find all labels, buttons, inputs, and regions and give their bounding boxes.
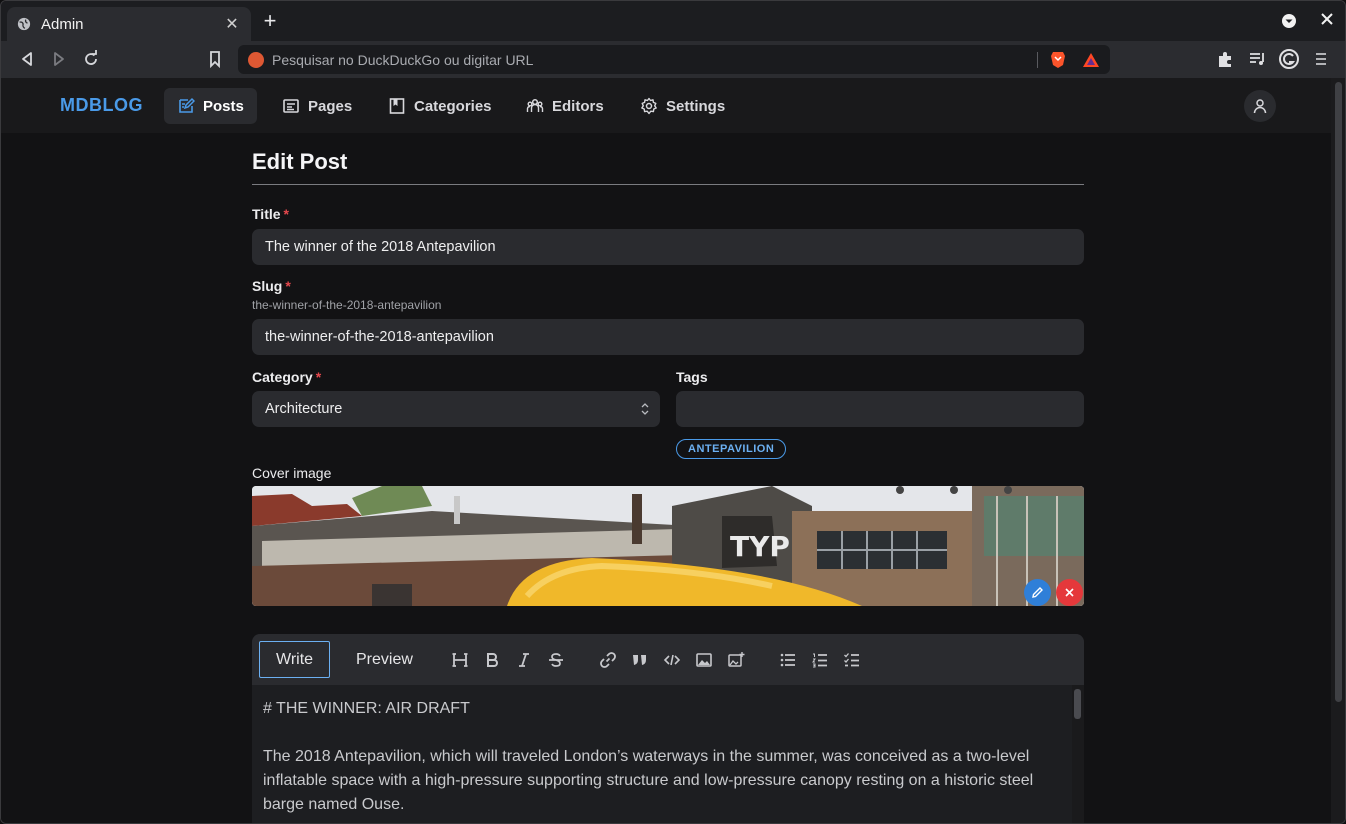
bullet-list-icon[interactable] (779, 651, 797, 669)
category-select-value: Architecture (265, 401, 343, 417)
extensions-icon[interactable] (1215, 49, 1235, 69)
editor-toolbar: Write Preview (252, 634, 1084, 685)
page-scrollbar-thumb[interactable] (1335, 82, 1342, 702)
new-tab-button[interactable]: + (259, 10, 281, 33)
address-bar[interactable]: Pesquisar no DuckDuckGo ou digitar URL (238, 45, 1110, 74)
close-tab-icon[interactable]: ✕ (223, 14, 241, 34)
title-label-text: Title (252, 206, 281, 222)
menu-icon[interactable] (1311, 49, 1331, 69)
title-label: Title * (252, 206, 289, 222)
edit-icon (179, 97, 195, 113)
url-placeholder: Pesquisar no DuckDuckGo ou digitar URL (272, 51, 534, 68)
edit-cover-button[interactable] (1024, 579, 1051, 606)
slug-input[interactable]: the-winner-of-the-2018-antepavilion (252, 319, 1084, 355)
app-viewport: MDBLOG Posts Pages Categories Editors Se… (1, 78, 1331, 823)
pages-icon (283, 99, 299, 113)
duckduckgo-icon (248, 51, 264, 68)
cover-image-label: Cover image (252, 465, 332, 481)
tags-input[interactable] (676, 391, 1084, 427)
grammarly-icon[interactable] (1279, 49, 1299, 69)
strikethrough-icon[interactable] (547, 651, 565, 669)
nav-posts-label: Posts (203, 97, 244, 115)
heading-icon[interactable] (451, 651, 469, 669)
users-icon (526, 98, 544, 112)
user-icon (1253, 99, 1267, 114)
category-select[interactable]: Architecture (252, 391, 660, 427)
reload-icon[interactable] (81, 49, 101, 69)
nav-settings-label: Settings (666, 97, 726, 115)
cover-image-photo: TYPE (252, 486, 1084, 606)
markdown-editor: Write Preview # THE WINNER: AIR DRAFT Th… (252, 634, 1084, 823)
editor-textarea[interactable]: # THE WINNER: AIR DRAFT The 2018 Antepav… (252, 685, 1084, 823)
slug-input-value: the-winner-of-the-2018-antepavilion (265, 329, 494, 345)
url-divider (1037, 51, 1038, 68)
slug-label-text: Slug (252, 278, 283, 294)
required-mark: * (285, 278, 291, 294)
editor-heading-line: # THE WINNER: AIR DRAFT (263, 700, 470, 717)
back-icon[interactable] (17, 49, 37, 69)
editor-paragraph: The 2018 Antepavilion, which will travel… (263, 748, 1034, 813)
editor-scrollbar[interactable] (1072, 685, 1084, 823)
remove-cover-button[interactable] (1056, 579, 1083, 606)
gear-icon (641, 97, 657, 115)
globe-icon (17, 17, 31, 31)
image-icon[interactable] (695, 651, 713, 669)
nav-editors-label: Editors (552, 97, 604, 115)
nav-categories-label: Categories (414, 97, 492, 115)
page-title: Edit Post (252, 149, 348, 174)
page-scrollbar[interactable] (1331, 78, 1345, 823)
brave-shields-icon[interactable] (1050, 51, 1066, 69)
cover-image: TYPE (252, 486, 1084, 606)
task-list-icon[interactable] (843, 651, 861, 669)
editor-scrollbar-thumb[interactable] (1074, 689, 1081, 719)
title-input-value: The winner of the 2018 Antepavilion (265, 239, 496, 255)
italic-icon[interactable] (515, 651, 533, 669)
tab-preview[interactable]: Preview (340, 641, 429, 678)
link-icon[interactable] (599, 651, 617, 669)
category-label: Category * (252, 369, 321, 385)
nav-categories[interactable]: Categories (375, 88, 505, 124)
bookmark-icon[interactable] (205, 49, 225, 69)
required-mark: * (283, 206, 289, 222)
forward-icon[interactable] (49, 49, 69, 69)
slug-label: Slug * (252, 278, 291, 294)
browser-toolbar: Pesquisar no DuckDuckGo ou digitar URL (1, 41, 1345, 78)
required-mark: * (315, 369, 322, 385)
tab-search-icon[interactable] (1279, 11, 1299, 31)
code-icon[interactable] (663, 651, 681, 669)
browser-tab[interactable]: Admin ✕ (7, 7, 251, 41)
tag-chip[interactable]: ANTEPAVILION (676, 439, 787, 459)
close-window-icon[interactable] (1317, 9, 1337, 29)
nav-pages-label: Pages (308, 97, 353, 115)
tab-write[interactable]: Write (259, 641, 331, 678)
editor-content: # THE WINNER: AIR DRAFT The 2018 Antepav… (263, 697, 1058, 817)
app-navbar: MDBLOG Posts Pages Categories Editors Se… (1, 78, 1331, 133)
nav-editors[interactable]: Editors (513, 88, 617, 124)
title-divider (252, 184, 1084, 185)
title-input[interactable]: The winner of the 2018 Antepavilion (252, 229, 1084, 265)
category-label-text: Category (252, 369, 313, 385)
numbered-list-icon[interactable] (811, 651, 829, 669)
chevron-updown-icon (641, 403, 649, 415)
bookmark-icon (389, 98, 405, 114)
user-menu-avatar[interactable] (1244, 90, 1276, 122)
slug-hint: the-winner-of-the-2018-antepavilion (252, 298, 442, 312)
tab-title: Admin (41, 15, 84, 33)
nav-posts[interactable]: Posts (164, 88, 257, 124)
close-icon (1065, 588, 1074, 597)
tags-label: Tags (676, 369, 708, 385)
quote-icon[interactable] (631, 651, 649, 669)
image-upload-icon[interactable] (727, 651, 745, 669)
brave-rewards-icon[interactable] (1082, 52, 1100, 68)
browser-window: Admin ✕ + Pesquisar no DuckDuckGo ou dig… (0, 0, 1346, 824)
tab-bar: Admin ✕ + (1, 1, 1345, 41)
pencil-icon (1032, 587, 1043, 598)
nav-settings[interactable]: Settings (627, 88, 738, 124)
nav-pages[interactable]: Pages (269, 88, 365, 124)
brand-logo[interactable]: MDBLOG (60, 95, 143, 116)
media-controls-icon[interactable] (1247, 49, 1267, 69)
bold-icon[interactable] (483, 651, 501, 669)
